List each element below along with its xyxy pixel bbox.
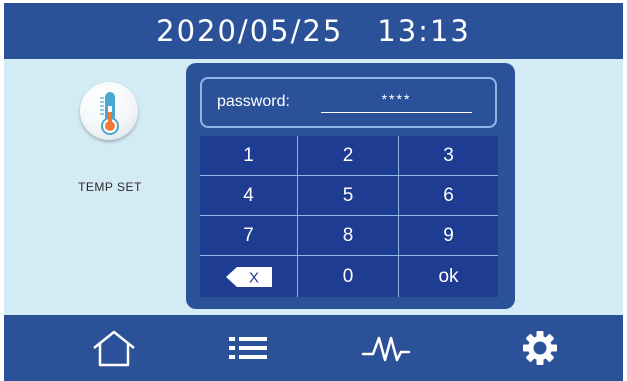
home-button[interactable] (86, 325, 142, 371)
temp-set-label: TEMP SET (78, 180, 142, 194)
gear-icon (523, 331, 557, 365)
home-icon (93, 330, 135, 367)
waveform-icon (361, 336, 411, 362)
header-date: 2020/05/25 (156, 14, 344, 48)
key-3[interactable]: 3 (399, 136, 498, 176)
password-label: password: (217, 93, 290, 110)
settings-button[interactable] (512, 325, 568, 371)
password-input[interactable]: **** (321, 89, 472, 113)
thermometer-icon (100, 92, 119, 135)
backspace-icon: X (225, 266, 272, 287)
key-0[interactable]: 0 (298, 256, 399, 297)
screen: 2020/05/25 13:13 TEMP SET password: ****… (0, 0, 627, 381)
ok-key[interactable]: ok (399, 256, 498, 297)
footer-nav (4, 315, 623, 381)
key-4[interactable]: 4 (200, 176, 298, 216)
temp-set-button[interactable]: TEMP SET (74, 82, 160, 194)
main-panel: TEMP SET password: **** 1 2 3 4 5 6 7 8 … (4, 59, 623, 315)
key-9[interactable]: 9 (399, 216, 498, 256)
keypad: 1 2 3 4 5 6 7 8 9 X 0 ok (200, 136, 498, 297)
key-2[interactable]: 2 (298, 136, 399, 176)
password-field-frame: password: **** (200, 77, 497, 128)
list-icon (229, 337, 267, 359)
header-bar: 2020/05/25 13:13 (4, 3, 623, 59)
key-5[interactable]: 5 (298, 176, 399, 216)
backspace-label: X (248, 269, 258, 286)
key-1[interactable]: 1 (200, 136, 298, 176)
key-8[interactable]: 8 (298, 216, 399, 256)
waveform-button[interactable] (358, 325, 414, 371)
backspace-key[interactable]: X (200, 256, 298, 297)
password-dialog: password: **** 1 2 3 4 5 6 7 8 9 X 0 ok (186, 63, 515, 309)
key-7[interactable]: 7 (200, 216, 298, 256)
header-time: 13:13 (377, 14, 471, 48)
key-6[interactable]: 6 (399, 176, 498, 216)
list-button[interactable] (220, 325, 276, 371)
